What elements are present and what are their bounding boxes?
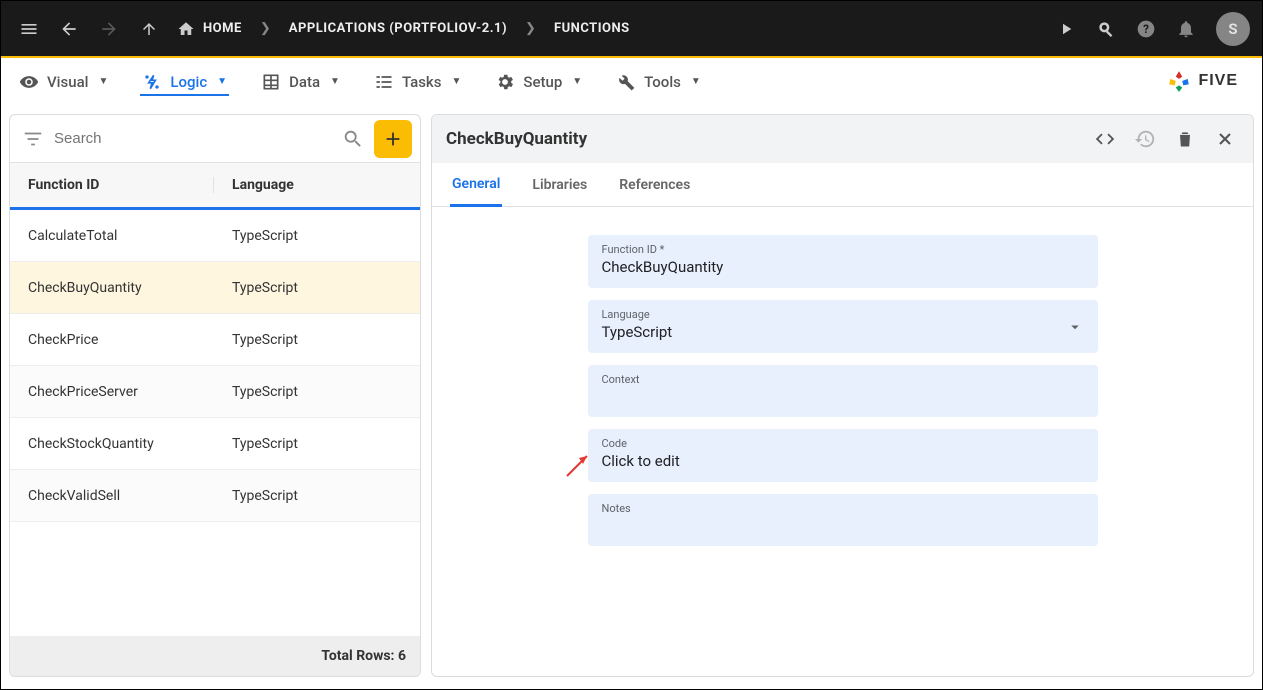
cell-function-id: CheckBuyQuantity	[10, 280, 214, 296]
functions-list-pane: Function ID Language CalculateTotalTypeS…	[9, 114, 421, 677]
table-footer: Total Rows: 6	[10, 636, 420, 676]
tasks-icon	[374, 72, 394, 92]
detail-title: CheckBuyQuantity	[446, 129, 1079, 149]
cell-language: TypeScript	[214, 384, 420, 400]
chevron-right-icon: ❯	[254, 21, 277, 36]
table-row[interactable]: CheckStockQuantityTypeScript	[10, 418, 420, 470]
table-row[interactable]: CheckBuyQuantityTypeScript	[10, 262, 420, 314]
table-header: Function ID Language	[10, 163, 420, 210]
cell-language: TypeScript	[214, 332, 420, 348]
top-bar: HOME ❯ APPLICATIONS (PORTFOLIOV-2.1) ❯ F…	[1, 1, 1262, 56]
up-icon[interactable]	[133, 13, 165, 45]
close-icon[interactable]	[1211, 125, 1239, 153]
filter-icon[interactable]	[22, 128, 44, 150]
col-language[interactable]: Language	[214, 177, 420, 193]
five-logo-icon	[1166, 68, 1192, 94]
help-icon[interactable]: ?	[1130, 13, 1162, 45]
workspace: Function ID Language CalculateTotalTypeS…	[1, 106, 1262, 685]
breadcrumb-label: HOME	[203, 21, 242, 36]
search-row	[10, 115, 420, 163]
detail-pane: CheckBuyQuantity General Libraries Refer…	[431, 114, 1254, 677]
tab-references[interactable]: References	[617, 165, 692, 205]
breadcrumb-functions[interactable]: FUNCTIONS	[550, 21, 634, 36]
cell-language: TypeScript	[214, 436, 420, 452]
code-icon[interactable]	[1091, 125, 1119, 153]
notes-field[interactable]: Notes	[588, 494, 1098, 546]
cell-function-id: CheckPrice	[10, 332, 214, 348]
table-row[interactable]: CheckPriceTypeScript	[10, 314, 420, 366]
breadcrumb-label: FUNCTIONS	[554, 21, 630, 36]
hamburger-icon[interactable]	[13, 13, 45, 45]
back-icon[interactable]	[53, 13, 85, 45]
code-field[interactable]: Code Click to edit	[588, 429, 1098, 482]
brand-logo: FIVE	[1166, 68, 1238, 94]
detail-header: CheckBuyQuantity	[432, 115, 1253, 163]
cell-language: TypeScript	[214, 488, 420, 504]
cell-function-id: CheckPriceServer	[10, 384, 214, 400]
chevron-right-icon: ❯	[519, 21, 542, 36]
search-global-icon[interactable]	[1090, 13, 1122, 45]
plus-icon	[382, 128, 404, 150]
search-icon[interactable]	[342, 128, 364, 150]
function-id-field[interactable]: Function ID * CheckBuyQuantity	[588, 235, 1098, 288]
history-icon[interactable]	[1131, 125, 1159, 153]
avatar[interactable]: S	[1216, 12, 1250, 46]
menu-setup[interactable]: Setup▼	[493, 68, 584, 96]
play-icon[interactable]	[1050, 13, 1082, 45]
cell-language: TypeScript	[214, 280, 420, 296]
col-function-id[interactable]: Function ID	[10, 177, 214, 193]
cell-language: TypeScript	[214, 228, 420, 244]
detail-tabs: General Libraries References	[432, 163, 1253, 207]
menu-logic[interactable]: Logic▼	[140, 68, 229, 96]
chevron-down-icon	[1066, 318, 1084, 336]
breadcrumb-home[interactable]: HOME	[173, 20, 246, 38]
forward-icon	[93, 13, 125, 45]
form-column: Function ID * CheckBuyQuantity Language …	[588, 235, 1098, 676]
tab-libraries[interactable]: Libraries	[530, 165, 589, 205]
menu-visual[interactable]: Visual▼	[17, 68, 110, 96]
table-row[interactable]: CalculateTotalTypeScript	[10, 210, 420, 262]
breadcrumb-label: APPLICATIONS (PORTFOLIOV-2.1)	[289, 21, 507, 36]
cell-function-id: CheckStockQuantity	[10, 436, 214, 452]
context-field[interactable]: Context	[588, 365, 1098, 417]
menu-tasks[interactable]: Tasks▼	[372, 68, 463, 96]
tools-icon	[616, 72, 636, 92]
cell-function-id: CheckValidSell	[10, 488, 214, 504]
table-body: CalculateTotalTypeScriptCheckBuyQuantity…	[10, 210, 420, 636]
menu-bar: Visual▼ Logic▼ Data▼ Tasks▼ Setup▼ Tools…	[1, 58, 1262, 106]
logic-icon	[142, 72, 162, 92]
cell-function-id: CalculateTotal	[10, 228, 214, 244]
gear-icon	[495, 72, 515, 92]
eye-icon	[19, 72, 39, 92]
add-button[interactable]	[374, 120, 412, 158]
search-input[interactable]	[54, 130, 332, 147]
menu-data[interactable]: Data▼	[259, 68, 342, 96]
home-icon	[177, 20, 195, 38]
detail-body: Function ID * CheckBuyQuantity Language …	[432, 207, 1253, 676]
tab-general[interactable]: General	[450, 164, 502, 207]
breadcrumb-applications[interactable]: APPLICATIONS (PORTFOLIOV-2.1)	[285, 21, 511, 36]
svg-text:?: ?	[1143, 22, 1149, 36]
language-field[interactable]: Language TypeScript	[588, 300, 1098, 353]
table-icon	[261, 72, 281, 92]
table-row[interactable]: CheckPriceServerTypeScript	[10, 366, 420, 418]
table-row[interactable]: CheckValidSellTypeScript	[10, 470, 420, 522]
menu-tools[interactable]: Tools▼	[614, 68, 703, 96]
delete-icon[interactable]	[1171, 125, 1199, 153]
bell-icon[interactable]	[1170, 13, 1202, 45]
